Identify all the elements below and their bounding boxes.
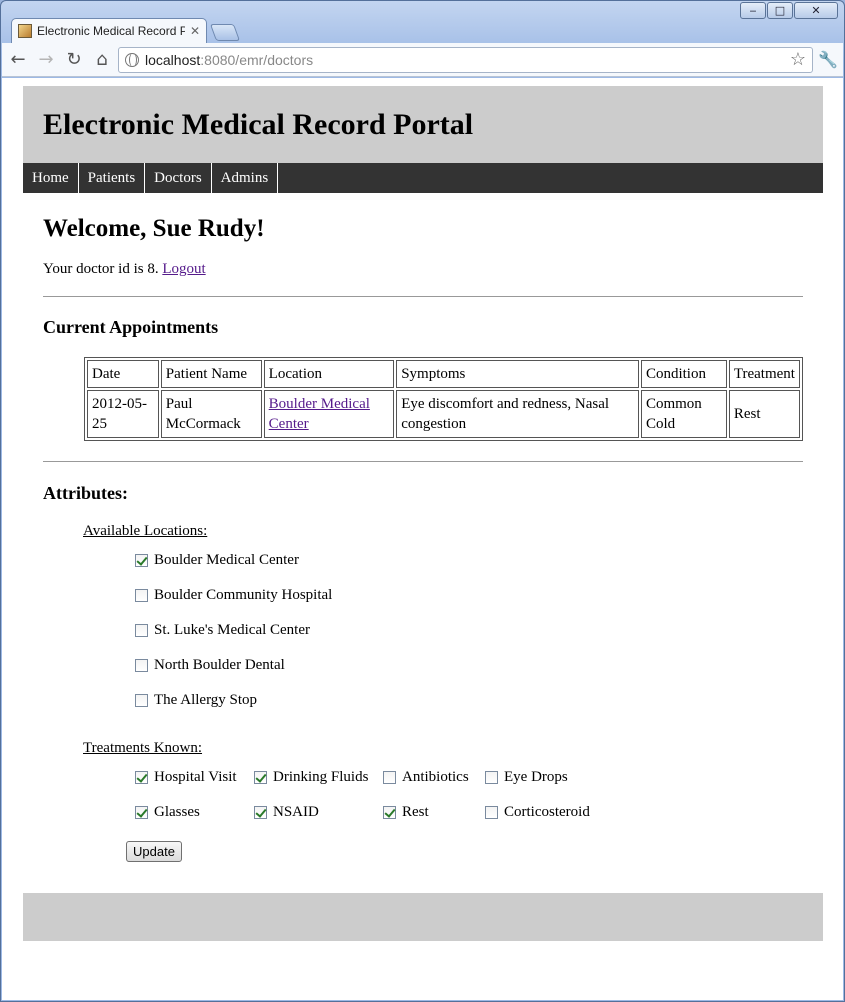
treatment-option[interactable]: Eye Drops — [485, 769, 568, 786]
location-checkbox[interactable] — [135, 589, 148, 602]
minimize-button[interactable]: ‒ — [740, 2, 766, 19]
header-patient: Patient Name — [160, 360, 262, 388]
treatment-option[interactable]: Antibiotics — [383, 769, 469, 786]
treatment-checkbox[interactable] — [135, 806, 148, 819]
treatment-checkbox[interactable] — [254, 806, 267, 819]
tab-strip: Electronic Medical Record Port ✕ — [11, 17, 241, 43]
tab-emr[interactable]: Electronic Medical Record Port ✕ — [11, 18, 207, 43]
location-label: Boulder Medical Center — [154, 552, 299, 568]
location-checkbox[interactable] — [135, 554, 148, 567]
close-window-button[interactable]: ✕ — [794, 2, 838, 19]
treatment-option[interactable]: Glasses — [135, 804, 200, 821]
table-row: 2012-05-25 Paul McCormack Boulder Medica… — [87, 390, 800, 438]
favicon-icon — [18, 24, 32, 38]
tab-close-icon[interactable]: ✕ — [190, 24, 200, 38]
treatment-option[interactable]: NSAID — [254, 804, 319, 821]
address-bar[interactable]: localhost:8080/emr/doctors ☆ — [118, 46, 813, 73]
location-checkbox[interactable] — [135, 624, 148, 637]
header-location: Location — [263, 360, 395, 388]
header-date: Date — [87, 360, 159, 388]
cell-location: Boulder Medical Center — [263, 390, 395, 438]
cell-date: 2012-05-25 — [87, 390, 159, 438]
wrench-menu-icon[interactable]: 🔧 — [817, 50, 839, 69]
doctor-id-text: Your doctor id is 8. — [43, 261, 159, 277]
logout-link[interactable]: Logout — [162, 261, 205, 277]
location-label: North Boulder Dental — [154, 657, 285, 673]
treatment-option[interactable]: Hospital Visit — [135, 769, 237, 786]
main-nav: Home Patients Doctors Admins — [23, 163, 823, 193]
table-header-row: Date Patient Name Location Symptoms Cond… — [87, 360, 800, 388]
page-title: Electronic Medical Record Portal — [43, 108, 474, 141]
location-checkbox[interactable] — [135, 659, 148, 672]
current-appointments-heading: Current Appointments — [43, 317, 219, 337]
location-label: St. Luke's Medical Center — [154, 622, 310, 638]
welcome-heading: Welcome, Sue Rudy! — [43, 215, 265, 242]
url-path: :8080/emr/doctors — [200, 51, 314, 68]
treatment-option[interactable]: Drinking Fluids — [254, 769, 368, 786]
location-link[interactable]: Boulder Medical Center — [269, 396, 370, 432]
new-tab-button[interactable] — [209, 24, 241, 41]
reload-button[interactable]: ↻ — [62, 48, 86, 72]
tab-title: Electronic Medical Record Port — [37, 24, 185, 38]
treatment-label: Antibiotics — [402, 769, 469, 785]
cell-symptoms: Eye discomfort and redness, Nasal conges… — [396, 390, 639, 438]
treatment-label: Rest — [402, 804, 429, 820]
treatment-label: Corticosteroid — [504, 804, 590, 820]
location-option[interactable]: The Allergy Stop — [135, 692, 257, 709]
location-option[interactable]: Boulder Community Hospital — [135, 587, 332, 604]
treatment-checkbox[interactable] — [485, 771, 498, 784]
location-checkbox[interactable] — [135, 694, 148, 707]
location-label: The Allergy Stop — [154, 692, 258, 708]
treatment-checkbox[interactable] — [383, 806, 396, 819]
site-header: Electronic Medical Record Portal — [23, 86, 823, 163]
nav-doctors[interactable]: Doctors — [145, 163, 212, 193]
cell-condition: Common Cold — [640, 390, 727, 438]
cell-treatment: Rest — [728, 390, 800, 438]
treatment-checkbox[interactable] — [254, 771, 267, 784]
location-option[interactable]: North Boulder Dental — [135, 657, 285, 674]
treatment-checkbox[interactable] — [485, 806, 498, 819]
back-button[interactable]: ← — [6, 48, 30, 72]
maximize-button[interactable]: □ — [767, 2, 793, 19]
appointments-table: Date Patient Name Location Symptoms Cond… — [84, 357, 803, 441]
location-option[interactable]: Boulder Medical Center — [135, 552, 299, 569]
location-label: Boulder Community Hospital — [154, 587, 333, 603]
nav-patients[interactable]: Patients — [79, 163, 146, 193]
header-treatment: Treatment — [728, 360, 800, 388]
treatment-label: Eye Drops — [504, 769, 568, 785]
globe-icon — [125, 52, 139, 67]
attributes-heading: Attributes: — [43, 483, 128, 503]
treatment-label: Hospital Visit — [154, 769, 237, 785]
treatment-checkbox[interactable] — [135, 771, 148, 784]
window-controls: ‒ □ ✕ — [740, 2, 838, 19]
header-condition: Condition — [640, 360, 727, 388]
nav-admins[interactable]: Admins — [212, 163, 279, 193]
location-option[interactable]: St. Luke's Medical Center — [135, 622, 310, 639]
treatment-label: Glasses — [154, 804, 200, 820]
treatment-label: NSAID — [273, 804, 319, 820]
treatment-label: Drinking Fluids — [273, 769, 369, 785]
divider — [43, 461, 803, 462]
bookmark-star-icon[interactable]: ☆ — [790, 49, 806, 70]
browser-toolbar: ← → ↻ ⌂ localhost:8080/emr/doctors ☆ 🔧 — [2, 43, 843, 77]
divider — [43, 296, 803, 297]
browser-window: ‒ □ ✕ Electronic Medical Record Port ✕ ←… — [0, 0, 845, 1002]
treatment-checkbox[interactable] — [383, 771, 396, 784]
url-host: localhost — [145, 51, 201, 68]
update-button[interactable]: Update — [126, 841, 182, 862]
treatment-option[interactable]: Corticosteroid — [485, 804, 590, 821]
url-text[interactable]: localhost:8080/emr/doctors — [145, 52, 784, 68]
available-locations-label: Available Locations: — [83, 523, 208, 539]
cell-patient: Paul McCormack — [160, 390, 262, 438]
home-button[interactable]: ⌂ — [90, 48, 114, 72]
treatments-known-label: Treatments Known: — [83, 740, 203, 756]
treatment-option[interactable]: Rest — [383, 804, 429, 821]
site-footer — [23, 893, 823, 941]
page-viewport: Electronic Medical Record Portal Home Pa… — [2, 78, 843, 1000]
forward-button[interactable]: → — [34, 48, 58, 72]
header-symptoms: Symptoms — [396, 360, 639, 388]
doctor-id-line: Your doctor id is 8. Logout — [43, 261, 206, 278]
nav-home[interactable]: Home — [23, 163, 79, 193]
